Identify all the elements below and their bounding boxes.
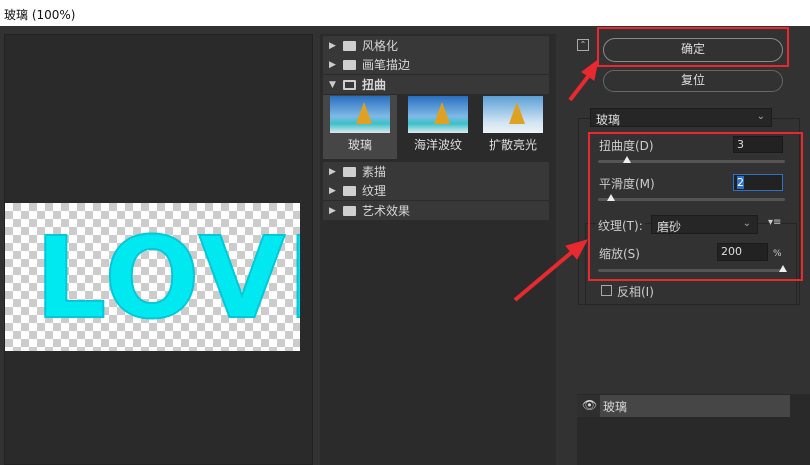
filter-thumb-glass[interactable]: 玻璃	[323, 95, 397, 159]
collapse-arrow-icon: ▼	[329, 79, 336, 90]
layers-panel: 👁 玻璃	[577, 394, 810, 465]
group-label: 艺术效果	[362, 204, 411, 218]
chevron-down-icon: ⌄	[756, 111, 765, 122]
group-label: 素描	[362, 165, 387, 179]
group-label: 风格化	[362, 39, 399, 53]
folder-icon	[343, 205, 356, 216]
filter-gallery: ▶ 风格化 ▶ 画笔描边 ▼ 扭曲 玻璃 海洋波纹 扩散亮光 ▶ 素描 ▶ 纹理 ▶ 艺术效…	[320, 34, 556, 465]
expand-arrow-icon: ▶	[329, 166, 336, 177]
folder-open-icon	[343, 79, 356, 90]
window-title: 玻璃 (100%)	[4, 8, 76, 22]
folder-icon	[343, 185, 356, 196]
invert-checkbox[interactable]	[601, 285, 612, 296]
filter-group-sketch[interactable]: ▶ 素描	[323, 162, 549, 181]
thumb-label: 扩散亮光	[488, 138, 537, 152]
thumb-label: 玻璃	[347, 138, 372, 152]
expand-arrow-icon: ▶	[329, 59, 336, 70]
preview-canvas: LOVE	[5, 203, 300, 351]
group-label: 画笔描边	[362, 58, 411, 72]
folder-icon	[343, 59, 356, 70]
filter-select[interactable]: 玻璃 ⌄	[590, 108, 772, 127]
ok-button[interactable]: 确定	[603, 38, 783, 62]
invert-label: 反相(I)	[617, 285, 654, 299]
highlight-box	[588, 132, 803, 281]
folder-icon	[343, 166, 356, 177]
layer-name: 玻璃	[600, 395, 790, 417]
reset-button[interactable]: 复位	[603, 70, 783, 92]
group-label: 扭曲	[362, 78, 387, 92]
expand-arrow-icon: ▶	[329, 205, 336, 216]
folder-icon	[343, 40, 356, 51]
filter-group-texture[interactable]: ▶ 纹理	[323, 181, 549, 200]
filter-thumb-diffuse-glow[interactable]: 扩散亮光	[476, 95, 550, 159]
thumb-image	[408, 96, 468, 133]
expand-arrow-icon: ▶	[329, 185, 336, 196]
thumb-image	[330, 96, 390, 133]
filter-group-distort[interactable]: ▼ 扭曲	[323, 75, 549, 94]
preview-text: LOVE	[34, 214, 300, 344]
eye-icon[interactable]: 👁	[582, 398, 597, 412]
filter-select-value: 玻璃	[596, 113, 621, 127]
layer-row[interactable]: 👁 玻璃	[577, 395, 790, 417]
filter-group-stylize[interactable]: ▶ 风格化	[323, 36, 549, 55]
filter-thumb-ocean-ripple[interactable]: 海洋波纹	[401, 95, 475, 159]
settings-panel: ⌃ 确定 复位 玻璃 ⌄ 扭曲度(D) 3 平滑度(M) 2 纹理(T): 磨砂 ⌄…	[570, 27, 810, 465]
filter-group-artistic[interactable]: ▶ 艺术效果	[323, 201, 549, 220]
title-bar: 玻璃 (100%)	[0, 0, 810, 26]
thumb-label: 海洋波纹	[413, 138, 462, 152]
expand-arrow-icon: ▶	[329, 40, 336, 51]
preview-panel[interactable]: LOVE	[4, 34, 313, 465]
thumb-image	[483, 96, 543, 133]
filter-group-brush-strokes[interactable]: ▶ 画笔描边	[323, 55, 549, 74]
collapse-gallery-icon[interactable]: ⌃	[577, 39, 589, 51]
group-label: 纹理	[362, 184, 387, 198]
